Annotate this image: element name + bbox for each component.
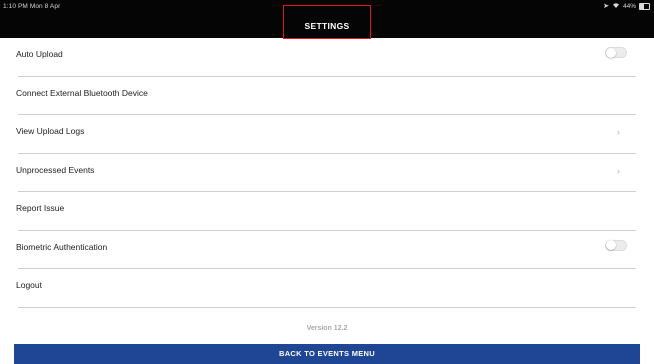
setting-label: Unprocessed Events — [16, 164, 95, 175]
toggle-knob — [606, 240, 616, 250]
chevron-right-icon: › — [617, 127, 620, 137]
battery-percentage: 44% — [622, 2, 636, 10]
biometric-auth-toggle[interactable] — [605, 239, 627, 251]
setting-row-unprocessed-events[interactable]: Unprocessed Events › — [0, 154, 654, 192]
top-bar: 1:10 PM Mon 8 Apr ➤ 44% SETTINGS — [0, 0, 654, 39]
back-to-events-menu-button[interactable]: BACK TO EVENTS MENU — [14, 344, 640, 364]
wifi-icon — [612, 2, 620, 10]
page-title: SETTINGS — [304, 21, 350, 31]
battery-icon — [639, 2, 650, 10]
setting-row-report-issue[interactable]: Report Issue — [0, 192, 654, 231]
setting-row-view-upload-logs[interactable]: View Upload Logs › — [0, 115, 654, 154]
setting-row-biometric-auth[interactable]: Biometric Authentication — [0, 231, 654, 269]
setting-row-logout[interactable]: Logout — [0, 269, 654, 308]
toggle-knob — [606, 47, 616, 58]
status-time-date: 1:10 PM Mon 8 Apr — [3, 3, 61, 10]
setting-label: View Upload Logs — [16, 126, 85, 136]
setting-row-connect-bluetooth[interactable]: Connect External Bluetooth Device — [0, 77, 654, 115]
divider — [18, 306, 636, 308]
setting-label: Connect External Bluetooth Device — [16, 87, 148, 98]
location-arrow-icon: ➤ — [603, 3, 609, 10]
settings-screen: 1:10 PM Mon 8 Apr ➤ 44% SETTINGS Auto Up… — [0, 0, 654, 364]
chevron-right-icon: › — [617, 165, 620, 176]
version-label: Version 12.2 — [306, 325, 348, 332]
setting-label: Biometric Authentication — [16, 241, 108, 252]
setting-label: Report Issue — [16, 203, 65, 213]
setting-label: Logout — [16, 280, 42, 290]
setting-row-auto-upload[interactable]: Auto Upload — [0, 38, 654, 77]
setting-label: Auto Upload — [16, 49, 63, 59]
status-indicators: ➤ 44% — [603, 2, 650, 10]
settings-list: Auto Upload Connect External Bluetooth D… — [0, 38, 654, 308]
auto-upload-toggle[interactable] — [605, 47, 627, 58]
